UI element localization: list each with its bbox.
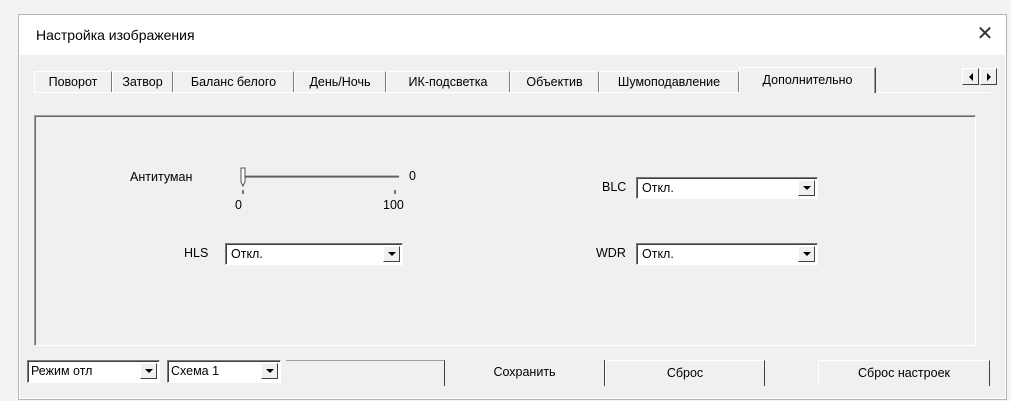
scheme-select[interactable]: Схема 1 [167, 360, 281, 383]
tab-white-balance[interactable]: Баланс белого [173, 71, 294, 92]
close-icon[interactable]: ✕ [974, 23, 996, 45]
scheme-value: Схема 1 [171, 364, 220, 378]
bottom-spacer [286, 360, 445, 386]
blc-label: BLC [602, 180, 627, 194]
dialog-title: Настройка изображения [36, 27, 195, 43]
defog-label: Антитуман [130, 170, 193, 184]
wdr-label: WDR [596, 246, 626, 260]
save-button[interactable]: Сохранить [445, 360, 605, 386]
slider-thumb[interactable] [240, 167, 246, 188]
hls-value: Откл. [231, 247, 263, 261]
dialog-content: Поворот Затвор Баланс белого День/Ночь И… [20, 55, 1005, 398]
tab-rotation[interactable]: Поворот [34, 71, 112, 92]
tab-ir-light[interactable]: ИК-подсветка [386, 71, 510, 92]
tab-lens[interactable]: Объектив [510, 71, 599, 92]
chevron-down-icon[interactable] [140, 363, 157, 379]
tab-shutter[interactable]: Затвор [112, 71, 173, 92]
advanced-settings-panel: Антитуман 0 0 100 HLS Откл. BLC Откл. WD… [34, 115, 976, 346]
image-settings-dialog: Настройка изображения ✕ Поворот Затвор Б… [18, 14, 1007, 400]
factory-reset-button[interactable]: Сброс настроек [818, 360, 990, 386]
chevron-down-icon[interactable] [798, 180, 815, 196]
hls-label: HLS [184, 246, 209, 260]
mode-select[interactable]: Режим отл [27, 360, 160, 383]
chevron-down-icon[interactable] [798, 246, 815, 262]
reset-button[interactable]: Сброс [605, 360, 765, 386]
wdr-value: Откл. [642, 247, 674, 261]
tab-scroll-buttons [962, 68, 998, 86]
tab-day-night[interactable]: День/Ночь [294, 71, 386, 92]
wdr-select[interactable]: Откл. [636, 243, 818, 265]
defog-value: 0 [409, 169, 416, 183]
chevron-down-icon[interactable] [261, 363, 278, 379]
blc-value: Откл. [642, 181, 674, 195]
chevron-down-icon[interactable] [383, 246, 400, 262]
arrow-right-icon[interactable] [980, 68, 997, 85]
hls-select[interactable]: Откл. [225, 243, 403, 265]
mode-value: Режим отл [31, 364, 93, 378]
blc-select[interactable]: Откл. [636, 177, 818, 199]
arrow-left-icon[interactable] [962, 68, 979, 85]
tab-noise-reduction[interactable]: Шумоподавление [599, 71, 739, 92]
defog-min-label: 0 [235, 198, 242, 212]
tab-advanced[interactable]: Дополнительно [739, 67, 876, 93]
title-bar: Настройка изображения ✕ [19, 15, 1006, 55]
defog-max-label: 100 [383, 198, 404, 212]
